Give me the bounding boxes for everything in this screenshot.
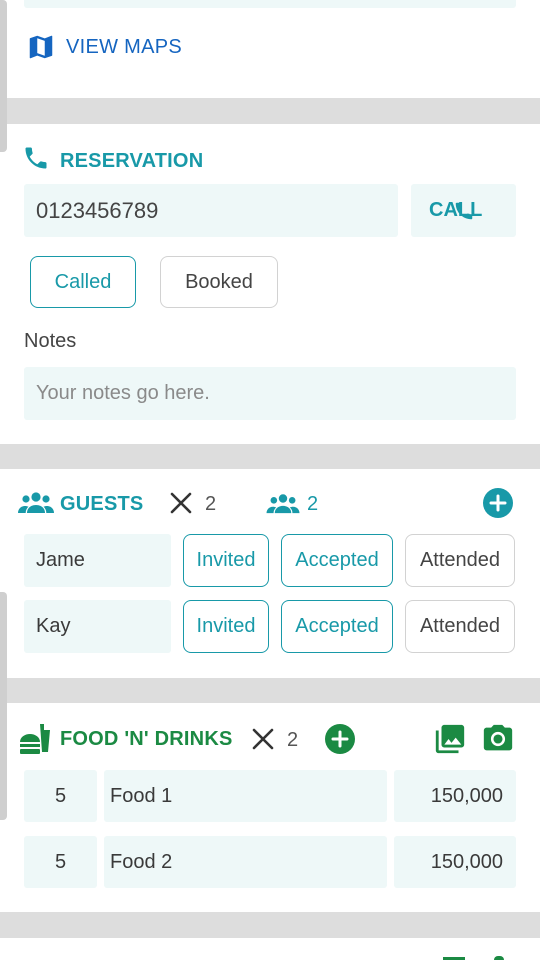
group-icon	[266, 494, 300, 514]
fastfood-icon	[20, 724, 50, 754]
phone-field[interactable]: 0123456789	[24, 184, 398, 237]
attended-chip[interactable]: Attended	[405, 600, 515, 653]
reservation-title: RESERVATION	[60, 150, 204, 172]
food-count: 2	[287, 729, 299, 751]
food-title: FOOD 'N' DRINKS	[60, 728, 233, 750]
scroll-handle[interactable]	[0, 0, 7, 152]
notes-input[interactable]: Your notes go here.	[24, 367, 516, 420]
guest-name: Kay	[36, 615, 71, 637]
phone-icon	[25, 147, 47, 169]
accepted-chip[interactable]: Accepted	[281, 600, 393, 653]
invited-chip[interactable]: Invited	[183, 600, 269, 653]
next-card-icon-remnant	[494, 956, 504, 960]
food-name-field[interactable]: Food 2	[104, 836, 387, 888]
food-name-field[interactable]: Food 1	[104, 770, 387, 822]
guest-name: Jame	[36, 549, 85, 571]
close-icon	[252, 728, 274, 750]
add-food-button[interactable]	[325, 724, 355, 754]
attended-chip[interactable]: Attended	[405, 534, 515, 587]
add-guest-button[interactable]	[483, 488, 513, 518]
camera-icon[interactable]	[481, 722, 515, 756]
guest-name-field[interactable]: Kay	[24, 600, 171, 653]
guests-count: 2	[205, 493, 217, 515]
food-name: Food 2	[110, 850, 173, 873]
food-price-field[interactable]: 150,000	[394, 836, 516, 888]
booked-chip[interactable]: Booked	[160, 256, 278, 308]
food-qty: 5	[54, 850, 67, 873]
view-maps-label: VIEW MAPS	[66, 35, 183, 58]
call-button[interactable]: CALL	[411, 184, 516, 237]
guests-card: GUESTS 2 2 Jame Invited Accepted Attende…	[0, 469, 540, 678]
accepted-chip[interactable]: Accepted	[281, 534, 393, 587]
food-price-field[interactable]: 150,000	[394, 770, 516, 822]
scroll-handle[interactable]	[0, 592, 7, 820]
phone-value: 0123456789	[36, 197, 159, 223]
gallery-icon[interactable]	[433, 722, 467, 756]
close-icon	[170, 492, 192, 514]
called-chip[interactable]: Called	[30, 256, 136, 308]
guest-group-count: 2	[307, 493, 319, 515]
food-price: 150,000	[430, 850, 503, 873]
food-name: Food 1	[110, 784, 173, 807]
reservation-card: RESERVATION 0123456789 CALL Called Booke…	[0, 124, 540, 444]
invited-chip[interactable]: Invited	[183, 534, 269, 587]
guests-title: GUESTS	[60, 493, 144, 515]
view-maps-button[interactable]: VIEW MAPS	[26, 30, 182, 64]
location-card: VIEW MAPS	[0, 0, 540, 98]
section-divider	[0, 98, 540, 124]
group-icon	[18, 492, 54, 513]
notes-placeholder: Your notes go here.	[36, 382, 210, 404]
food-qty: 5	[54, 784, 67, 807]
food-qty-field[interactable]: 5	[24, 836, 97, 888]
location-field-remnant	[24, 0, 516, 8]
food-card: FOOD 'N' DRINKS 2 5 Food 1 150,000 5 Foo…	[0, 703, 540, 912]
next-card	[0, 938, 540, 960]
section-divider	[0, 444, 540, 469]
call-label: CALL	[429, 199, 483, 221]
notes-label: Notes	[24, 330, 77, 352]
map-icon	[29, 35, 53, 59]
section-divider	[0, 678, 540, 703]
food-qty-field[interactable]: 5	[24, 770, 97, 822]
guest-name-field[interactable]: Jame	[24, 534, 171, 587]
section-divider	[0, 912, 540, 938]
food-price: 150,000	[430, 784, 503, 807]
